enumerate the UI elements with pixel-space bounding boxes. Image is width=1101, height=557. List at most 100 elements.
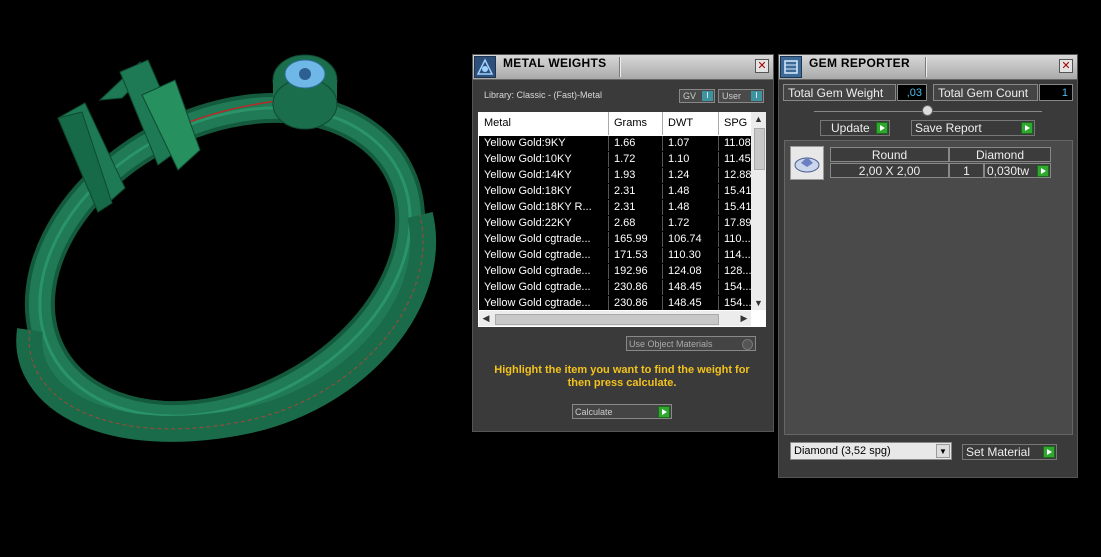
gem-reporter-close-icon[interactable]: ✕ xyxy=(1059,59,1073,73)
library-label: Library: Classic - (Fast)-Metal xyxy=(484,90,603,100)
gem-reporter-titlebar[interactable]: GEM REPORTER ✕ xyxy=(779,55,1077,80)
total-gem-count-value: 1 xyxy=(1039,84,1073,101)
gem-reporter-panel: GEM REPORTER ✕ Total Gem Weight ,03 Tota… xyxy=(778,54,1078,478)
scroll-down-icon[interactable]: ▼ xyxy=(751,296,766,310)
cell-spg: 11.08 xyxy=(724,137,751,149)
table-row[interactable]: Yellow Gold:18KY R... 2.31 1.48 15.41 xyxy=(479,200,751,216)
vertical-scrollbar[interactable]: ▲ ▼ xyxy=(751,112,766,310)
col-metal[interactable]: Metal xyxy=(479,112,609,135)
play-icon xyxy=(1021,122,1033,134)
cell-grams: 2.31 xyxy=(609,184,663,199)
gem-bezel xyxy=(272,54,338,130)
user-toggle-switch: I xyxy=(751,91,762,101)
cell-metal: Yellow Gold cgtrade... xyxy=(479,280,609,295)
metal-weights-logo-icon xyxy=(474,56,496,78)
cell-grams: 1.93 xyxy=(609,168,663,183)
cell-spg: 154... xyxy=(724,297,751,309)
use-object-materials-toggle[interactable]: Use Object Materials xyxy=(626,336,756,351)
table-row[interactable]: Yellow Gold cgtrade... 230.86 148.45 154... xyxy=(479,280,751,296)
cell-grams: 1.66 xyxy=(609,136,663,151)
metal-table-header: Metal Grams DWT SPG xyxy=(479,112,751,135)
save-report-button[interactable]: Save Report xyxy=(911,120,1035,136)
table-row[interactable]: Yellow Gold cgtrade... 171.53 110.30 114... xyxy=(479,248,751,264)
save-report-label: Save Report xyxy=(915,121,982,135)
table-row[interactable]: Yellow Gold:9KY 1.66 1.07 11.08 xyxy=(479,136,751,152)
round-diamond-icon[interactable] xyxy=(790,146,824,180)
table-row[interactable]: Yellow Gold cgtrade... 165.99 106.74 110... xyxy=(479,232,751,248)
cell-dwt: 110.30 xyxy=(663,248,719,263)
play-icon xyxy=(658,406,670,418)
material-select-value: Diamond (3,52 spg) xyxy=(794,445,891,457)
cell-dwt: 1.24 xyxy=(663,168,719,183)
metal-weights-panel: METAL WEIGHTS ✕ Library: Classic - (Fast… xyxy=(472,54,774,432)
gv-toggle-label: GV xyxy=(683,91,697,101)
table-row[interactable]: Yellow Gold:14KY 1.93 1.24 12.88 xyxy=(479,168,751,184)
calculate-button[interactable]: Calculate xyxy=(572,404,672,419)
3d-viewport[interactable] xyxy=(0,0,470,552)
vertical-scroll-thumb[interactable] xyxy=(754,128,765,170)
cell-grams: 171.53 xyxy=(609,248,663,263)
chevron-down-icon: ▼ xyxy=(936,444,950,458)
cell-dwt: 1.72 xyxy=(663,216,719,231)
gv-toggle[interactable]: GV I xyxy=(679,89,715,103)
metal-weights-titlebar[interactable]: METAL WEIGHTS ✕ xyxy=(473,55,773,80)
cell-spg: 11.45 xyxy=(724,153,751,165)
table-row[interactable]: Yellow Gold cgtrade... 230.86 148.45 154... xyxy=(479,296,751,310)
cell-spg: 110... xyxy=(724,233,751,245)
col-spg[interactable]: SPG xyxy=(719,112,751,135)
cell-grams: 2.68 xyxy=(609,216,663,231)
cell-grams: 1.72 xyxy=(609,152,663,167)
set-material-label: Set Material xyxy=(966,445,1031,459)
cell-metal: Yellow Gold cgtrade... xyxy=(479,296,609,310)
metal-table: Metal Grams DWT SPG Yellow Gold:9KY 1.66 1… xyxy=(478,112,766,327)
cell-spg: 15.41 xyxy=(724,185,751,197)
cell-dwt: 106.74 xyxy=(663,232,719,247)
size-slider-knob[interactable] xyxy=(922,105,933,116)
gem-list: Round Diamond 2,00 X 2,00 1 0,030tw xyxy=(784,140,1073,435)
gem-weight-value: 0,030tw xyxy=(987,164,1030,178)
cell-spg: 15.41 xyxy=(724,201,751,213)
play-icon xyxy=(1037,165,1049,177)
horizontal-scrollbar[interactable]: ◀ ▶ xyxy=(479,311,751,326)
horizontal-scroll-thumb[interactable] xyxy=(495,314,719,325)
play-icon xyxy=(876,122,888,134)
cell-dwt: 1.07 xyxy=(663,136,719,151)
col-grams[interactable]: Grams xyxy=(609,112,663,135)
calculate-label: Calculate xyxy=(575,407,613,417)
metal-table-body: Yellow Gold:9KY 1.66 1.07 11.08 Yellow Gold:… xyxy=(479,136,751,310)
cell-metal: Yellow Gold cgtrade... xyxy=(479,232,609,247)
cell-grams: 230.86 xyxy=(609,296,663,310)
scroll-left-icon[interactable]: ◀ xyxy=(479,311,493,326)
set-material-button[interactable]: Set Material xyxy=(962,444,1057,460)
gv-toggle-switch: I xyxy=(702,91,713,101)
radio-icon xyxy=(742,339,753,350)
cell-grams: 192.96 xyxy=(609,264,663,279)
gem-weight[interactable]: 0,030tw xyxy=(984,163,1051,178)
cell-spg: 128... xyxy=(724,265,751,277)
cell-dwt: 148.45 xyxy=(663,280,719,295)
table-row[interactable]: Yellow Gold cgtrade... 192.96 124.08 128... xyxy=(479,264,751,280)
table-row[interactable]: Yellow Gold:22KY 2.68 1.72 17.89 xyxy=(479,216,751,232)
cell-dwt: 148.45 xyxy=(663,296,719,310)
cell-spg: 12.88 xyxy=(724,169,751,181)
total-gem-count-label: Total Gem Count xyxy=(933,84,1038,101)
gem-material: Diamond xyxy=(949,147,1051,162)
play-icon xyxy=(1043,446,1055,458)
table-row[interactable]: Yellow Gold:10KY 1.72 1.10 11.45 xyxy=(479,152,751,168)
cell-metal: Yellow Gold:22KY xyxy=(479,216,609,231)
cell-dwt: 124.08 xyxy=(663,264,719,279)
cell-metal: Yellow Gold:18KY R... xyxy=(479,200,609,215)
material-select[interactable]: Diamond (3,52 spg) ▼ xyxy=(790,442,952,460)
user-toggle[interactable]: User I xyxy=(718,89,764,103)
update-button[interactable]: Update xyxy=(820,120,890,136)
table-row[interactable]: Yellow Gold:18KY 2.31 1.48 15.41 xyxy=(479,184,751,200)
cell-metal: Yellow Gold:18KY xyxy=(479,184,609,199)
col-dwt[interactable]: DWT xyxy=(663,112,719,135)
cell-dwt: 1.48 xyxy=(663,184,719,199)
cell-spg: 114... xyxy=(724,249,751,261)
user-toggle-label: User xyxy=(722,91,742,101)
cell-metal: Yellow Gold:14KY xyxy=(479,168,609,183)
scroll-right-icon[interactable]: ▶ xyxy=(737,311,751,326)
scroll-up-icon[interactable]: ▲ xyxy=(751,112,766,126)
metal-weights-close-icon[interactable]: ✕ xyxy=(755,59,769,73)
